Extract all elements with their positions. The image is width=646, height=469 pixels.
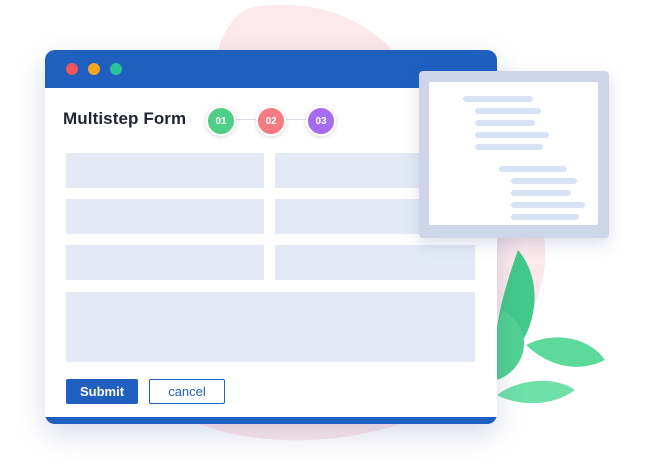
text-line [475,120,535,126]
form-field-1[interactable] [66,153,264,188]
text-line [475,144,543,150]
text-line [499,166,567,172]
text-line [511,178,577,184]
leaf-4 [497,380,575,404]
step-connector [234,119,256,120]
preview-card [419,71,609,238]
cancel-button[interactable]: cancel [149,379,225,404]
form-field-6[interactable] [275,245,475,280]
text-line [475,108,541,114]
form-field-3[interactable] [66,199,264,234]
close-window-dot[interactable] [66,63,78,75]
step-indicator: 01 02 03 [206,106,340,136]
text-line [511,190,571,196]
minimize-window-dot[interactable] [88,63,100,75]
step-03[interactable]: 03 [306,106,336,136]
text-line [475,132,549,138]
text-line [511,214,579,220]
step-02[interactable]: 02 [256,106,286,136]
form-title: Multistep Form [63,109,187,128]
preview-content [429,82,598,225]
window-bottom-bar [45,417,497,424]
text-line [511,202,585,208]
submit-button[interactable]: Submit [66,379,138,404]
maximize-window-dot[interactable] [110,63,122,75]
step-01[interactable]: 01 [206,106,236,136]
step-connector [286,119,308,120]
text-line [463,96,533,102]
form-field-5[interactable] [66,245,264,280]
leaf-3 [526,337,605,367]
form-textarea[interactable] [66,292,475,362]
